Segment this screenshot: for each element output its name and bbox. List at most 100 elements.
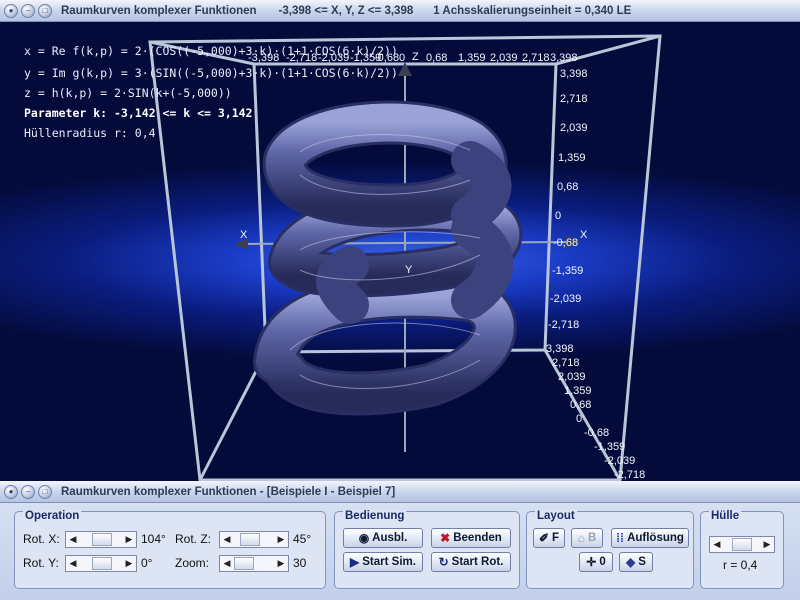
y-axis-label: Y bbox=[405, 264, 413, 276]
slider-right-arrow-icon[interactable]: ▶ bbox=[274, 556, 288, 571]
zoom-slider[interactable]: ◀ ▶ bbox=[219, 555, 289, 572]
x-axis-label-left: X bbox=[240, 229, 248, 241]
main-title-bar[interactable]: ● – □ Raumkurven komplexer Funktionen -3… bbox=[0, 0, 800, 22]
slider-thumb[interactable] bbox=[234, 557, 254, 570]
grid-icon: ⁞⁞ bbox=[616, 531, 625, 545]
tube-connector bbox=[451, 141, 512, 234]
slider-thumb[interactable] bbox=[240, 533, 260, 546]
crosshair-icon: ✛ bbox=[586, 555, 597, 569]
rotate-icon: ↻ bbox=[438, 555, 449, 569]
aufloesung-button-label: Auflösung bbox=[627, 532, 684, 544]
system-menu-icon[interactable]: ● bbox=[4, 3, 18, 18]
tick-label: 3,398 bbox=[550, 52, 578, 64]
tick-label: 0 bbox=[576, 413, 582, 425]
slider-thumb[interactable] bbox=[92, 557, 112, 570]
play-icon: ▶ bbox=[350, 555, 360, 569]
x-axis-label-right: X bbox=[580, 229, 588, 241]
beenden-button-label: Beenden bbox=[453, 532, 502, 544]
rot-z-slider[interactable]: ◀ ▶ bbox=[219, 531, 289, 548]
rot-z-label: Rot. Z: bbox=[175, 532, 212, 546]
ausbl-button-label: Ausbl. bbox=[372, 532, 408, 544]
zero-button-label: 0 bbox=[599, 556, 606, 568]
beenden-button[interactable]: ✖ Beenden bbox=[431, 528, 511, 548]
tick-label: 1,359 bbox=[458, 52, 486, 64]
slider-thumb[interactable] bbox=[92, 533, 112, 546]
tick-label: 2,718 bbox=[560, 93, 588, 105]
window-title: Raumkurven komplexer Funktionen bbox=[61, 4, 257, 17]
slider-left-arrow-icon[interactable]: ◀ bbox=[66, 532, 80, 547]
zoom-label: Zoom: bbox=[175, 556, 210, 570]
tick-label: -1,359 bbox=[594, 441, 625, 453]
slider-right-arrow-icon[interactable]: ▶ bbox=[122, 532, 136, 547]
rot-x-label: Rot. X: bbox=[23, 532, 60, 546]
tick-label: -0,68 bbox=[553, 237, 578, 249]
minimize-icon[interactable]: – bbox=[21, 3, 35, 18]
tick-label: -2,718 bbox=[614, 469, 645, 481]
rot-x-value: 104° bbox=[141, 532, 166, 546]
slider-left-arrow-icon[interactable]: ◀ bbox=[220, 532, 234, 547]
tick-label: 2,039 bbox=[560, 122, 588, 134]
aufloesung-button[interactable]: ⁞⁞ Auflösung bbox=[611, 528, 689, 548]
radius-value: r = 0,4 bbox=[723, 558, 758, 572]
control-panel: Operation Rot. X: ◀ ▶ 104° Rot. Z: ◀ ▶ 4… bbox=[0, 503, 800, 600]
brush-icon: ✐ bbox=[538, 531, 550, 545]
eraser-icon: ◆ bbox=[626, 555, 636, 569]
maximize-icon[interactable]: □ bbox=[38, 484, 52, 499]
tick-label: 0,68 bbox=[426, 52, 447, 64]
z-axis-label: Z bbox=[412, 51, 419, 63]
plot-viewport[interactable]: Z X X Y -3,398 -2,718 -2,039 -1,359 -0,6… bbox=[0, 22, 800, 481]
zero-button[interactable]: ✛ 0 bbox=[579, 552, 613, 572]
f-button[interactable]: ✐ F bbox=[533, 528, 565, 548]
slider-right-arrow-icon[interactable]: ▶ bbox=[760, 537, 774, 552]
tick-label: 0 bbox=[555, 210, 561, 222]
tick-label: 1,359 bbox=[558, 152, 586, 164]
tick-label: 2,039 bbox=[490, 52, 518, 64]
slider-left-arrow-icon[interactable]: ◀ bbox=[66, 556, 80, 571]
layout-group: Layout ✐ F ⌂ B ⁞⁞ Auflösung ✛ 0 ◆ S bbox=[526, 510, 694, 589]
hull-radius-text: Hüllenradius r: 0,4 bbox=[24, 126, 156, 140]
tick-label: 2,718 bbox=[522, 52, 550, 64]
b-button[interactable]: ⌂ B bbox=[571, 528, 603, 548]
radius-slider[interactable]: ◀ ▶ bbox=[709, 536, 775, 553]
rot-z-value: 45° bbox=[293, 532, 312, 546]
tick-label: 0,68 bbox=[557, 181, 578, 193]
b-button-label: B bbox=[587, 532, 597, 544]
tick-label: -1,359 bbox=[552, 265, 583, 277]
s-button-label: S bbox=[638, 556, 646, 568]
tube-connector bbox=[316, 246, 369, 324]
close-icon: ✖ bbox=[440, 531, 451, 545]
eye-icon: ◉ bbox=[358, 531, 370, 545]
rot-y-value: 0° bbox=[141, 556, 153, 570]
zoom-value: 30 bbox=[293, 556, 307, 570]
sub-window-title: Raumkurven komplexer Funktionen - [Beisp… bbox=[61, 485, 396, 498]
operation-label: Operation bbox=[23, 510, 82, 522]
tick-label: -0,68 bbox=[584, 427, 609, 439]
formula-y: y = Im g(k,p) = 3·(SIN((-5,000)+3·k)·(1+… bbox=[24, 66, 398, 80]
bucket-icon: ⌂ bbox=[577, 531, 585, 545]
maximize-icon[interactable]: □ bbox=[38, 3, 52, 18]
rot-y-slider[interactable]: ◀ ▶ bbox=[65, 555, 137, 572]
slider-left-arrow-icon[interactable]: ◀ bbox=[710, 537, 724, 552]
system-menu-icon[interactable]: ● bbox=[4, 484, 18, 499]
start-sim-button[interactable]: ▶ Start Sim. bbox=[343, 552, 423, 572]
s-button[interactable]: ◆ S bbox=[619, 552, 653, 572]
tick-label: 2,718 bbox=[552, 357, 580, 369]
ausbl-button[interactable]: ◉ Ausbl. bbox=[343, 528, 423, 548]
f-button-label: F bbox=[552, 532, 560, 544]
start-rot-button[interactable]: ↻ Start Rot. bbox=[431, 552, 511, 572]
slider-right-arrow-icon[interactable]: ▶ bbox=[122, 556, 136, 571]
tick-label: 0 bbox=[399, 52, 405, 64]
bedienung-group: Bedienung ◉ Ausbl. ✖ Beenden ▶ Start Sim… bbox=[334, 510, 520, 589]
rot-y-label: Rot. Y: bbox=[23, 556, 59, 570]
rot-x-slider[interactable]: ◀ ▶ bbox=[65, 531, 137, 548]
tick-label: 1,359 bbox=[564, 385, 592, 397]
tick-label: 3,398 bbox=[560, 68, 588, 80]
minimize-icon[interactable]: – bbox=[21, 484, 35, 499]
slider-thumb[interactable] bbox=[732, 538, 752, 551]
start-sim-button-label: Start Sim. bbox=[362, 556, 416, 568]
sub-window-title-bar[interactable]: ● – □ Raumkurven komplexer Funktionen - … bbox=[0, 481, 800, 503]
huelle-group: Hülle ◀ ▶ r = 0,4 bbox=[700, 510, 784, 589]
slider-left-arrow-icon[interactable]: ◀ bbox=[220, 556, 234, 571]
slider-right-arrow-icon[interactable]: ▶ bbox=[274, 532, 288, 547]
formula-x: x = Re f(k,p) = 2·(COS((-5,000)+3·k)·(1+… bbox=[24, 44, 398, 58]
